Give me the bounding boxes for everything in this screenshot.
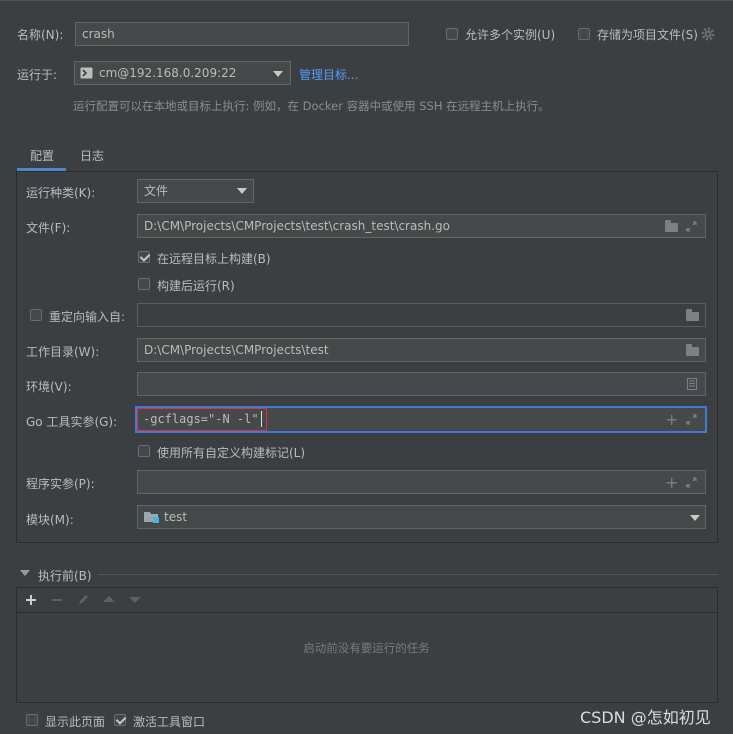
env-field[interactable]	[137, 372, 706, 396]
collapse-triangle-icon[interactable]	[20, 570, 30, 578]
run-on-value: cm@192.168.0.209:22	[99, 66, 237, 80]
minus-icon[interactable]	[51, 594, 63, 606]
env-document-icon[interactable]	[687, 378, 697, 390]
file-field[interactable]: D:\CM\Projects\CMProjects\test\crash_tes…	[137, 214, 706, 238]
tab-config[interactable]: 配置	[30, 147, 54, 164]
plus-icon[interactable]	[25, 594, 37, 606]
module-chevron-down-icon	[690, 515, 700, 521]
workdir-folder-icon[interactable]	[686, 344, 699, 356]
run-kind-label: 运行种类(K):	[26, 186, 96, 200]
go-tool-args-value: -gcflags="-N -l"	[143, 412, 259, 426]
before-launch-separator	[98, 574, 718, 575]
redirect-folder-icon[interactable]	[686, 309, 699, 321]
top-separator	[0, 0, 733, 1]
run-after-build-checkbox[interactable]	[138, 278, 150, 290]
activate-window-checkbox[interactable]	[114, 714, 126, 726]
before-launch-empty-text: 启动前没有要运行的任务	[303, 641, 430, 655]
module-label: 模块(M):	[26, 513, 74, 527]
down-icon[interactable]	[129, 596, 141, 604]
workdir-field[interactable]: D:\CM\Projects\CMProjects\test	[137, 338, 706, 362]
go-tool-args-expand-icon[interactable]	[686, 414, 697, 425]
use-custom-tags-checkbox[interactable]	[138, 445, 150, 457]
module-dropdown[interactable]: test	[137, 505, 706, 529]
show-page-checkbox[interactable]	[26, 714, 38, 726]
run-on-dropdown[interactable]: cm@192.168.0.209:22	[74, 61, 291, 85]
module-value: test	[164, 510, 188, 524]
show-page-label: 显示此页面	[45, 715, 106, 729]
tab-log[interactable]: 日志	[80, 147, 104, 164]
redirect-input-checkbox[interactable]	[30, 309, 42, 321]
run-on-chevron-down-icon	[273, 71, 283, 77]
run-on-hint: 运行配置可以在本地或目标上执行: 例如，在 Docker 容器中或使用 SSH …	[73, 99, 550, 113]
run-after-build-label: 构建后运行(R)	[157, 279, 235, 293]
file-label: 文件(F):	[26, 221, 71, 235]
build-on-remote-label: 在远程目标上构建(B)	[157, 252, 271, 266]
watermark: CSDN @怎如初见	[580, 708, 711, 727]
store-as-project-label: 存储为项目文件(S)	[597, 28, 698, 42]
name-field[interactable]: crash	[75, 22, 409, 46]
redirect-input-label: 重定向输入自:	[49, 310, 126, 324]
build-on-remote-checkbox[interactable]	[138, 251, 150, 263]
name-label: 名称(N):	[17, 28, 64, 42]
up-icon[interactable]	[103, 595, 115, 603]
run-kind-chevron-down-icon	[237, 188, 247, 194]
before-launch-toolbar-divider	[17, 612, 717, 613]
before-launch-title[interactable]: 执行前(B)	[38, 567, 92, 584]
file-folder-icon[interactable]	[665, 220, 678, 232]
text-cursor	[261, 411, 262, 427]
terminal-icon	[80, 67, 93, 79]
module-folder-icon	[144, 512, 159, 523]
edit-icon[interactable]	[77, 593, 90, 606]
gear-icon[interactable]	[701, 27, 715, 41]
program-args-field[interactable]	[137, 470, 706, 494]
env-label: 环境(V):	[26, 380, 72, 394]
redirect-input-field[interactable]	[137, 303, 706, 327]
go-tool-args-label: Go 工具实参(G):	[26, 415, 118, 429]
program-args-plus-icon[interactable]: +	[665, 473, 678, 492]
run-kind-value: 文件	[144, 184, 169, 198]
program-args-expand-icon[interactable]	[686, 477, 697, 488]
allow-multiple-checkbox[interactable]	[446, 28, 458, 40]
program-args-label: 程序实参(P):	[26, 477, 95, 491]
workdir-label: 工作目录(W):	[26, 345, 100, 359]
allow-multiple-label: 允许多个实例(U)	[465, 28, 556, 42]
file-expand-icon[interactable]	[686, 221, 697, 232]
store-as-project-checkbox[interactable]	[578, 28, 590, 40]
run-on-label: 运行于:	[17, 68, 58, 82]
use-custom-tags-label: 使用所有自定义构建标记(L)	[157, 446, 306, 460]
manage-targets-link[interactable]: 管理目标...	[299, 66, 358, 83]
activate-window-label: 激活工具窗口	[133, 715, 206, 729]
go-tool-args-plus-icon[interactable]: +	[665, 410, 678, 429]
